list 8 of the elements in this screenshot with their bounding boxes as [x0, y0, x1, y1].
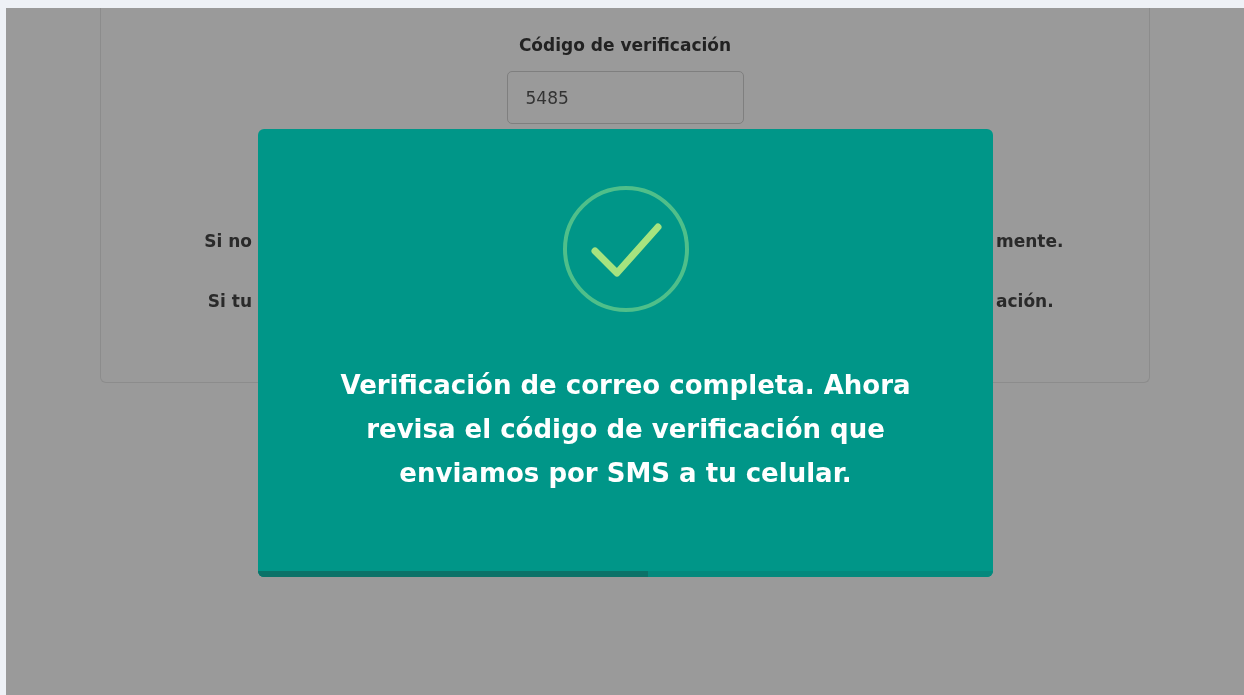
field-label: Código de verificación	[518, 35, 732, 55]
code-input[interactable]: 5485	[506, 71, 744, 124]
success-message: Verificación de correo completa. Ahora revisa el código de verificación que enviamos por SMS a tu celular.	[339, 369, 912, 490]
note-text: ación.	[996, 291, 1055, 311]
note-text: Si tu	[206, 291, 252, 311]
checkmark-circle-icon	[561, 185, 690, 313]
note-text: mente.	[996, 231, 1065, 251]
note-text: Si no	[203, 231, 252, 251]
